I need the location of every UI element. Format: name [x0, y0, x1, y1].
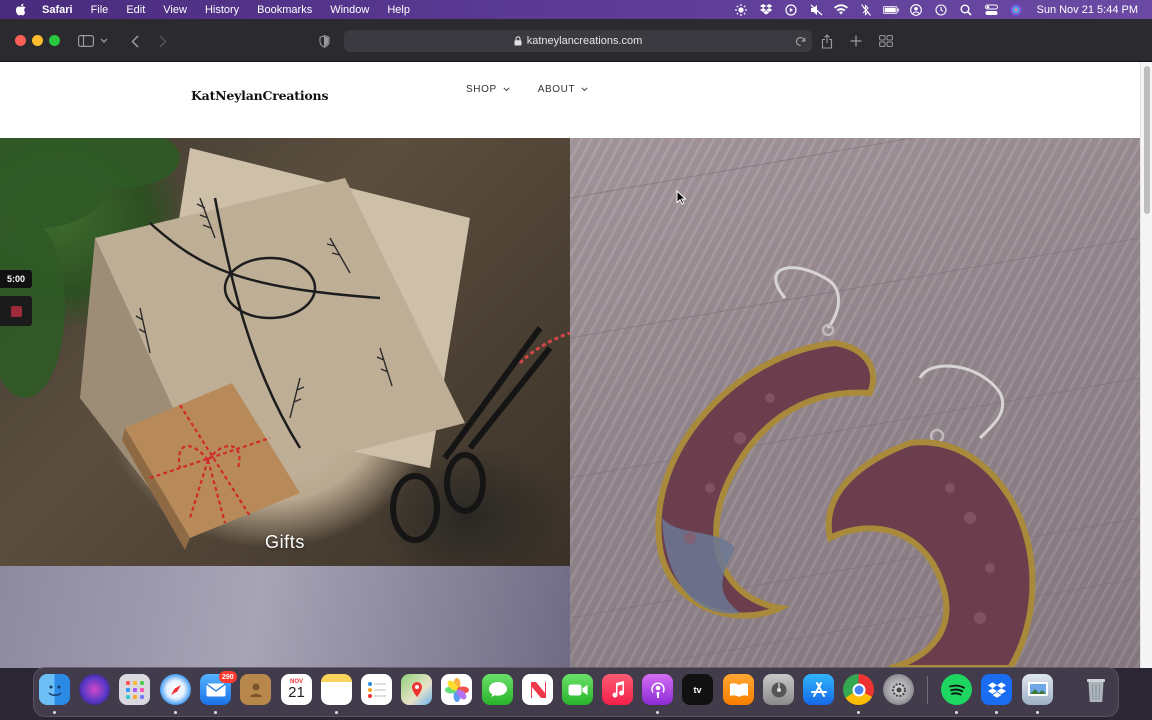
menu-bookmarks[interactable]: Bookmarks — [257, 4, 312, 16]
running-indicator — [53, 711, 56, 714]
site-header: KatNeylanCreations SHOP ABOUT — [0, 62, 1140, 138]
earrings-photo — [570, 138, 1140, 668]
dock-preview[interactable] — [1022, 674, 1053, 705]
dock-safari[interactable] — [160, 674, 191, 705]
running-indicator — [857, 711, 860, 714]
running-indicator — [1036, 711, 1039, 714]
scrollbar-thumb[interactable] — [1144, 66, 1150, 214]
running-indicator — [174, 711, 177, 714]
dock-tv[interactable]: tv — [682, 674, 713, 705]
nav-shop[interactable]: SHOP — [466, 84, 510, 95]
recording-timer: 5:00 — [0, 270, 32, 288]
dock-trash[interactable] — [1080, 674, 1111, 705]
time-machine-icon[interactable] — [933, 3, 949, 16]
site-logo[interactable]: KatNeylanCreations — [191, 88, 328, 103]
nav-about-label: ABOUT — [537, 84, 576, 95]
menu-edit[interactable]: Edit — [126, 4, 145, 16]
zoom-window-button[interactable] — [49, 35, 60, 46]
dock-finder[interactable] — [39, 674, 70, 705]
site-nav: SHOP ABOUT — [466, 84, 616, 95]
browser-toolbar: katneylancreations.com — [0, 19, 1152, 62]
calendar-day: 21 — [288, 683, 305, 701]
dock-podcasts[interactable] — [642, 674, 673, 705]
running-indicator — [995, 711, 998, 714]
stop-icon — [10, 305, 22, 317]
chevron-down-icon — [581, 87, 588, 92]
close-window-button[interactable] — [15, 35, 26, 46]
siri-icon[interactable] — [1008, 4, 1024, 16]
mute-icon[interactable] — [808, 4, 824, 16]
control-center-icon[interactable] — [983, 4, 999, 16]
menu-history[interactable]: History — [205, 4, 239, 16]
running-indicator — [214, 711, 217, 714]
gifts-tile[interactable]: Gifts — [0, 138, 570, 566]
menu-help[interactable]: Help — [387, 4, 410, 16]
search-icon[interactable] — [958, 4, 974, 16]
dock-reminders[interactable] — [361, 674, 392, 705]
wifi-icon[interactable] — [833, 4, 849, 16]
running-indicator — [955, 711, 958, 714]
running-indicator — [335, 711, 338, 714]
minimize-window-button[interactable] — [32, 35, 43, 46]
dock-spotify[interactable] — [941, 674, 972, 705]
mouse-cursor-icon — [676, 190, 686, 205]
battery-icon[interactable] — [883, 4, 900, 16]
dock-books[interactable] — [723, 674, 754, 705]
dock-launchpad[interactable] — [119, 674, 150, 705]
dock-contacts[interactable] — [240, 674, 271, 705]
user-icon[interactable] — [908, 3, 924, 16]
lock-icon — [514, 36, 523, 47]
menu-app-name[interactable]: Safari — [42, 4, 73, 16]
play-icon[interactable] — [783, 3, 799, 16]
dock-app-store[interactable] — [803, 674, 834, 705]
mail-badge: 290 — [219, 671, 237, 683]
privacy-shield-icon[interactable] — [313, 30, 335, 52]
nav-shop-label: SHOP — [466, 84, 497, 95]
running-indicator — [656, 711, 659, 714]
dock-siri[interactable] — [79, 674, 110, 705]
dock-chrome[interactable] — [843, 674, 874, 705]
dock-disk-utility[interactable] — [763, 674, 794, 705]
gifts-label: Gifts — [264, 532, 305, 552]
bluetooth-off-icon[interactable] — [858, 3, 874, 16]
menu-file[interactable]: File — [91, 4, 109, 16]
new-tab-icon[interactable] — [845, 30, 867, 52]
reload-icon[interactable] — [793, 34, 807, 48]
tab-overview-icon[interactable] — [875, 30, 897, 52]
brightness-icon[interactable] — [733, 3, 749, 16]
nav-about[interactable]: ABOUT — [538, 84, 588, 95]
menu-clock[interactable]: Sun Nov 21 5:44 PM — [1036, 4, 1138, 16]
dock-music[interactable] — [602, 674, 633, 705]
page-scrollbar[interactable] — [1140, 62, 1152, 668]
dock-system-preferences[interactable] — [883, 674, 914, 705]
menu-bar: Safari File Edit View History Bookmarks … — [0, 0, 1152, 19]
dock-news[interactable] — [522, 674, 553, 705]
dock-dropbox[interactable] — [981, 674, 1012, 705]
sidebar-toggle-icon[interactable] — [75, 30, 97, 52]
dock-messages[interactable] — [482, 674, 513, 705]
dock-facetime[interactable] — [562, 674, 593, 705]
url-text: katneylancreations.com — [526, 35, 643, 47]
collection-tile[interactable] — [0, 566, 570, 668]
earrings-tile[interactable] — [570, 138, 1140, 668]
dock-maps[interactable] — [401, 674, 432, 705]
status-area: Sun Nov 21 5:44 PM — [724, 0, 1138, 19]
dock-calendar[interactable]: NOV 21 — [281, 674, 312, 705]
dock-notes[interactable] — [321, 674, 352, 705]
menu-window[interactable]: Window — [330, 4, 369, 16]
gifts-photo — [0, 138, 570, 550]
address-bar[interactable]: katneylancreations.com — [344, 30, 812, 52]
stop-recording-button[interactable] — [0, 296, 32, 326]
chevron-down-icon[interactable] — [97, 30, 111, 52]
back-button[interactable] — [124, 30, 146, 52]
web-page: KatNeylanCreations SHOP ABOUT Gifts 5:00 — [0, 62, 1152, 668]
dock-photos[interactable] — [441, 674, 472, 705]
chevron-down-icon — [503, 87, 510, 92]
share-icon[interactable] — [816, 30, 838, 52]
menu-view[interactable]: View — [163, 4, 187, 16]
apple-icon[interactable] — [14, 0, 28, 19]
dropbox-icon[interactable] — [758, 4, 774, 16]
forward-button[interactable] — [152, 30, 174, 52]
dock-divider — [927, 676, 928, 704]
